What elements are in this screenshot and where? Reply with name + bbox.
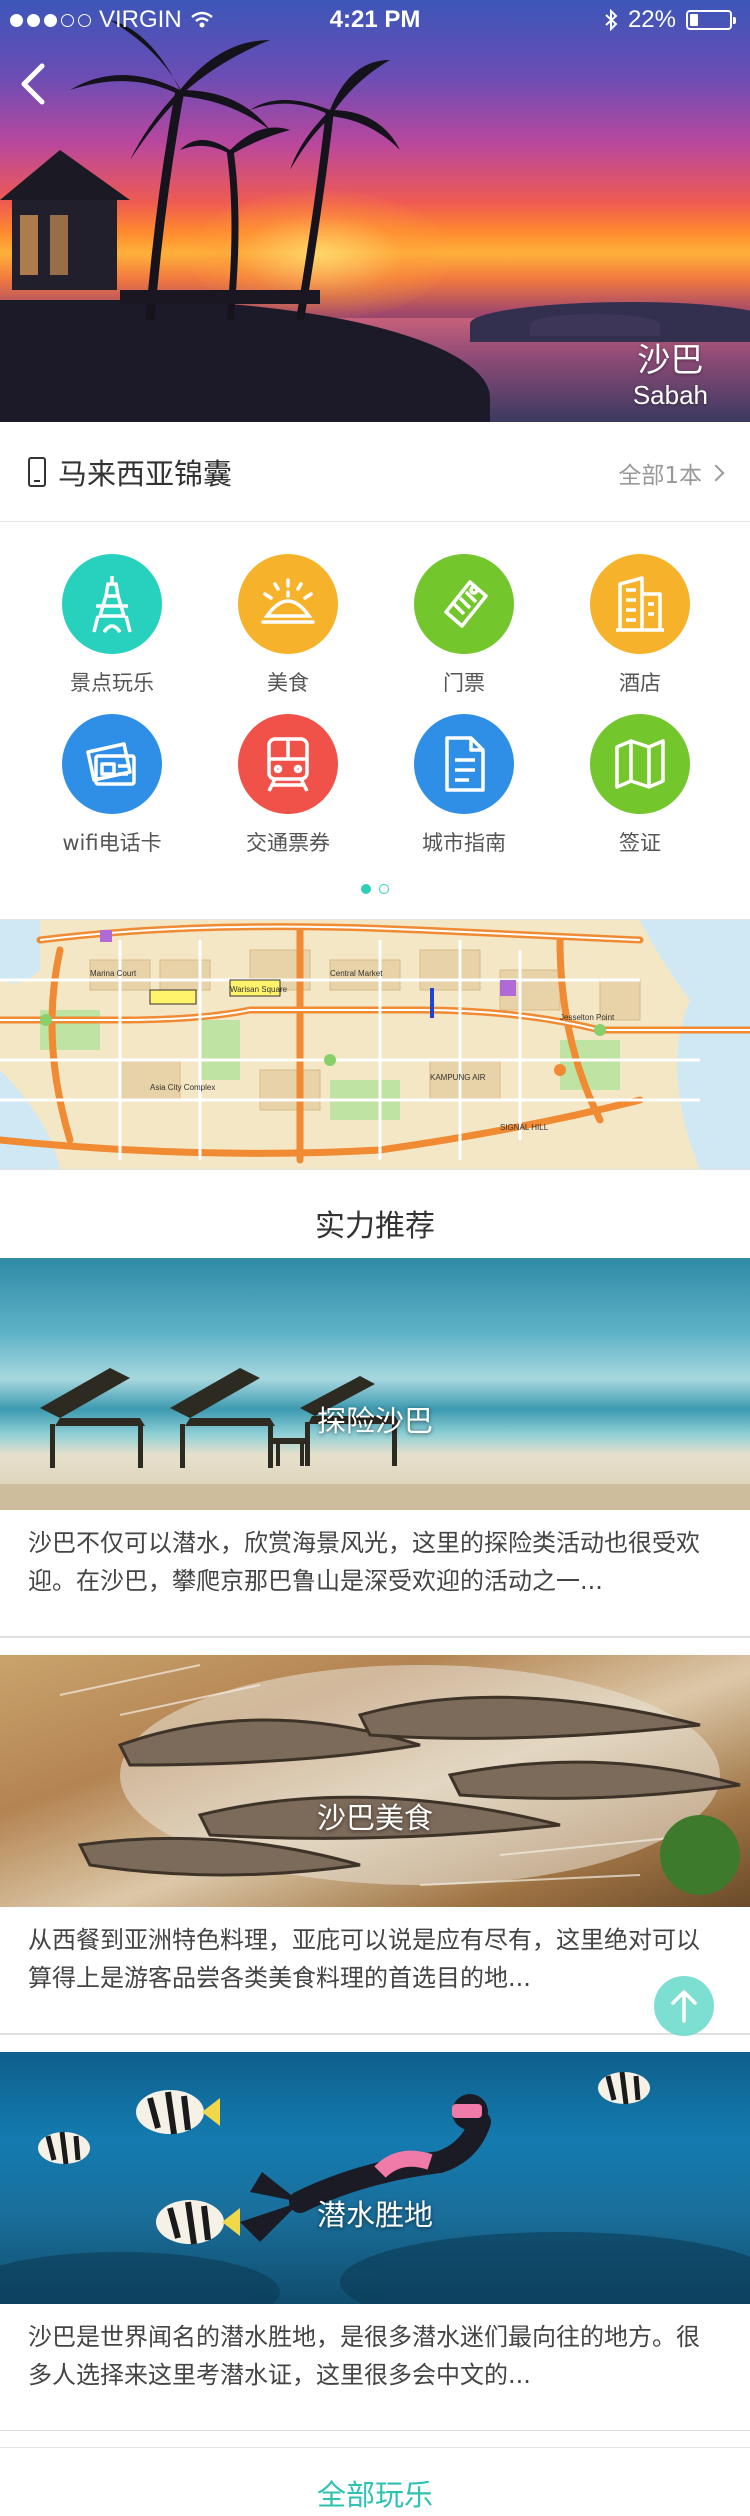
beach-chairs-image <box>0 1368 750 1510</box>
category-hotel[interactable]: 酒店 <box>552 554 728 696</box>
page-dot[interactable] <box>379 884 389 894</box>
hero-banner: VIRGIN 4:21 PM 22% 沙巴 Sabah <box>0 0 750 422</box>
divider <box>0 1637 750 1655</box>
svg-text:SIGNAL HILL: SIGNAL HILL <box>500 1123 549 1132</box>
sim-card-icon <box>62 714 162 814</box>
phone-icon <box>28 456 46 487</box>
battery-percent: 22% <box>627 6 676 33</box>
tower-icon <box>62 554 162 654</box>
svg-text:Central Market: Central Market <box>330 969 383 978</box>
destination-name-en: Sabah <box>632 380 708 410</box>
recommend-card[interactable]: 沙巴美食 从西餐到亚洲特色料理，亚庇可以说是应有尽有，这里绝对可以算得上是游客品… <box>0 1655 750 2034</box>
bluetooth-icon <box>605 9 618 31</box>
category-label: 签证 <box>619 831 661 855</box>
card-description: 从西餐到亚洲特色料理，亚庇可以说是应有尽有，这里绝对可以算得上是游客品尝各类美食… <box>28 1926 700 1992</box>
svg-text:Marina Court: Marina Court <box>90 969 137 978</box>
category-wifi-sim[interactable]: wifi电话卡 <box>24 714 200 856</box>
category-label: 交通票券 <box>246 831 330 855</box>
svg-text:Warisan Square: Warisan Square <box>230 985 288 994</box>
recommend-card[interactable]: 探险沙巴 沙巴不仅可以潜水，欣赏海景风光，这里的探险类活动也很受欢迎。在沙巴，攀… <box>0 1258 750 1637</box>
svg-text:Asia City Complex: Asia City Complex <box>150 1083 215 1092</box>
guide-row[interactable]: 马来西亚锦囊 全部1本 <box>0 422 750 522</box>
svg-text:KAMPUNG AIR: KAMPUNG AIR <box>430 1073 486 1082</box>
category-label: 城市指南 <box>422 831 506 855</box>
hotel-building-icon <box>590 554 690 654</box>
svg-text:Jesselton Point: Jesselton Point <box>560 1013 615 1022</box>
card-title: 沙巴美食 <box>316 1801 433 1835</box>
category-sights[interactable]: 景点玩乐 <box>24 554 200 696</box>
battery-icon <box>686 10 736 30</box>
divider <box>0 2034 750 2052</box>
map-graphic: Marina Court Central Market Warisan Squa… <box>0 920 750 1169</box>
category-transport[interactable]: 交通票券 <box>200 714 376 856</box>
document-icon <box>414 714 514 814</box>
card-image-diving: 潜水胜地 <box>0 2052 750 2304</box>
all-activities-link[interactable]: 全部玩乐 <box>0 2447 750 2516</box>
card-image-beach: 探险沙巴 <box>0 1258 750 1510</box>
destination-name-cn: 沙巴 <box>637 340 704 379</box>
guide-more-link[interactable]: 全部1本 <box>618 456 725 490</box>
category-food[interactable]: 美食 <box>200 554 376 696</box>
card-image-food: 沙巴美食 <box>0 1655 750 1907</box>
section-title: 实力推荐 <box>0 1170 750 1258</box>
prawns-image <box>59 1664 741 1895</box>
card-description: 沙巴是世界闻名的潜水胜地，是很多潜水迷们最向往的地方。很多人选择来这里考潜水证，… <box>28 2323 700 2389</box>
card-description: 沙巴不仅可以潜水，欣赏海景风光，这里的探险类活动也很受欢迎。在沙巴，攀爬京那巴鲁… <box>28 1529 700 1595</box>
diver-fish-image <box>0 2071 750 2304</box>
category-visa[interactable]: 签证 <box>552 714 728 856</box>
food-dome-icon <box>238 554 338 654</box>
category-label: 门票 <box>443 671 485 695</box>
page-dot-active <box>361 884 371 894</box>
category-label: 酒店 <box>619 671 661 695</box>
category-label: wifi电话卡 <box>62 831 162 855</box>
card-title: 潜水胜地 <box>316 2198 433 2232</box>
category-label: 美食 <box>267 671 309 695</box>
scroll-to-top-button[interactable] <box>654 1976 714 2036</box>
train-icon <box>238 714 338 814</box>
category-grid: 景点玩乐 美食 门票 酒店 wifi电话卡 交通票券 城市指南 签证 <box>0 522 750 920</box>
destination-title: 沙巴 Sabah <box>633 340 708 410</box>
map-icon <box>590 714 690 814</box>
recommend-card[interactable]: 潜水胜地 沙巴是世界闻名的潜水胜地，是很多潜水迷们最向往的地方。很多人选择来这里… <box>0 2052 750 2431</box>
category-label: 景点玩乐 <box>70 671 154 695</box>
chevron-left-icon <box>21 63 45 105</box>
guide-more-label: 全部1本 <box>618 463 702 489</box>
back-button[interactable] <box>14 60 54 108</box>
category-city-guide[interactable]: 城市指南 <box>376 714 552 856</box>
guide-title: 马来西亚锦囊 <box>58 456 233 491</box>
chevron-right-icon <box>707 464 725 482</box>
ticket-icon <box>414 554 514 654</box>
page-indicator <box>0 884 750 894</box>
city-map[interactable]: Marina Court Central Market Warisan Squa… <box>0 920 750 1170</box>
arrow-up-icon <box>671 1990 697 2023</box>
card-title: 探险沙巴 <box>316 1404 433 1438</box>
status-bar: VIRGIN 4:21 PM 22% <box>0 0 750 40</box>
category-tickets[interactable]: 门票 <box>376 554 552 696</box>
